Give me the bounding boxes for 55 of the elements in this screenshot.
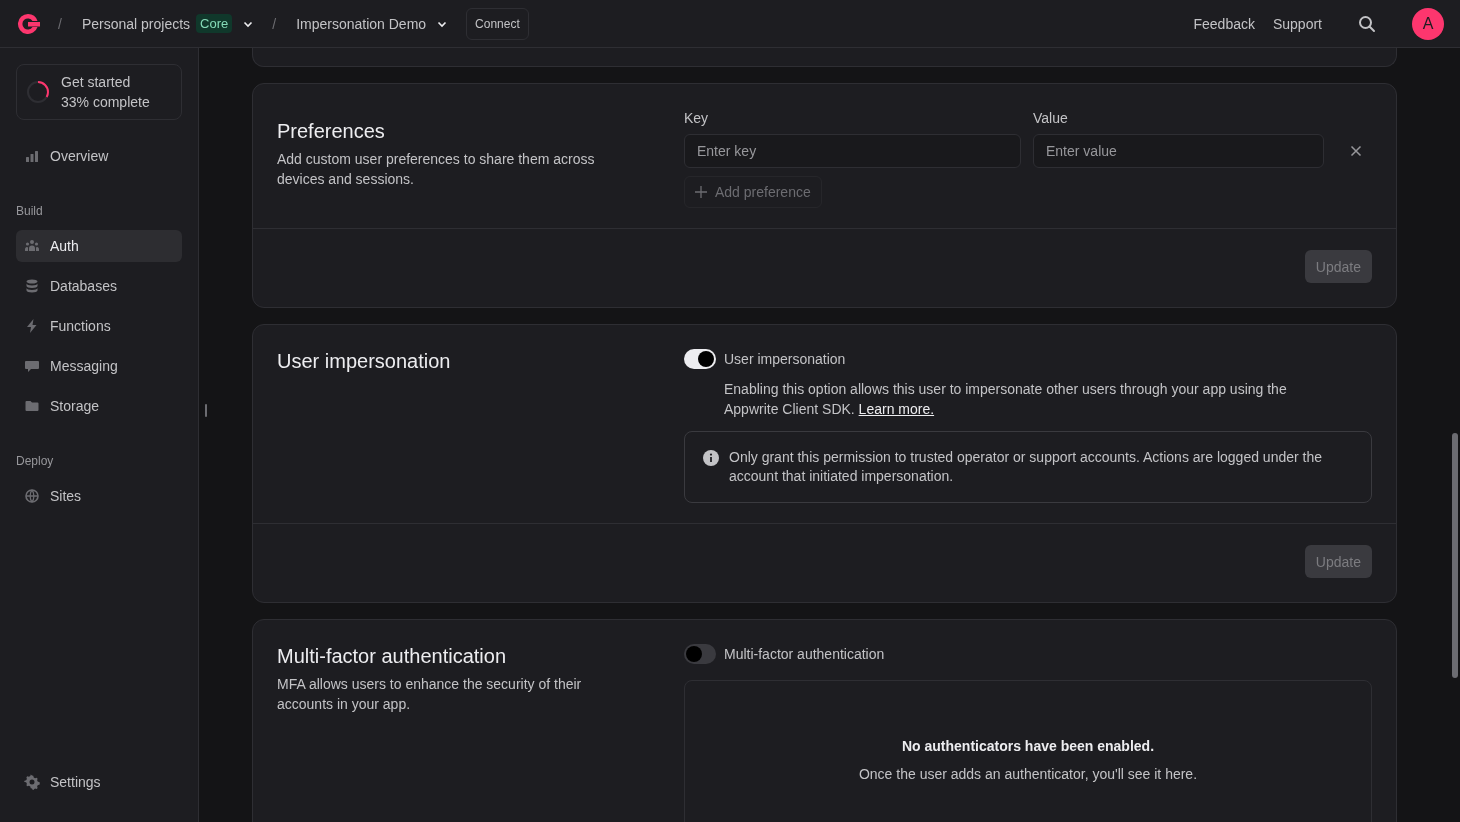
nav-item[interactable]: Overview: [16, 140, 182, 172]
field-label: Value: [1033, 110, 1069, 126]
breadcrumb-dropdown[interactable]: Impersonation Demo: [296, 15, 449, 32]
empty-state-text: Once the user adds an authenticator, you'll see it here.: [858, 766, 1198, 782]
nav-item[interactable]: Settings: [16, 766, 182, 798]
toggle-description: Enabling this option allows this user to impersonate other users through your app using the Appwrite Client SDK. Learn more.: [724, 380, 1288, 419]
section-description: Add custom user preferences to share them across devices and sessions.: [277, 150, 596, 189]
scrollbar-thumb[interactable]: [1452, 433, 1458, 678]
nav-item[interactable]: Messaging: [16, 350, 182, 382]
field-label: Key: [684, 110, 710, 126]
user-avatar[interactable]: A: [1412, 7, 1444, 40]
breadcrumb-dropdown[interactable]: Personal projects Core: [81, 14, 255, 33]
get-started-card[interactable]: Get started 33% complete: [16, 64, 182, 120]
toggle-switch[interactable]: [684, 644, 716, 664]
speech-bubble-icon: [24, 358, 40, 374]
toggle-switch[interactable]: [684, 349, 716, 369]
section-title: Preferences: [277, 120, 386, 143]
resize-handle[interactable]: [205, 404, 207, 417]
header-link[interactable]: Feedback: [1193, 15, 1255, 32]
learn-more-link[interactable]: Learn more.: [858, 401, 935, 417]
search-icon[interactable]: [1358, 14, 1376, 33]
people-icon: [24, 238, 40, 254]
breadcrumb-separator: /: [58, 15, 62, 32]
header-link[interactable]: Support: [1272, 15, 1322, 32]
toggle-label: Multi-factor authentication: [724, 646, 885, 662]
plus-icon: [695, 186, 707, 198]
alert-text: Only grant this permission to trusted operator or support accounts. Actions are logged under the account that initiated impersonation.: [729, 448, 1323, 486]
section-title: Multi-factor authentication: [277, 645, 507, 668]
empty-state-title: No authenticators have been enabled.: [901, 738, 1155, 754]
nav-item[interactable]: Functions: [16, 310, 182, 342]
database-icon: [24, 278, 40, 294]
logo-icon[interactable]: [16, 12, 40, 35]
section-description: MFA allows users to enhance the security of their accounts in your app.: [277, 675, 583, 714]
close-icon[interactable]: [1350, 145, 1362, 157]
toggle-label: User impersonation: [724, 351, 846, 367]
section-title: User impersonation: [277, 350, 452, 373]
section-heading: Build: [16, 204, 44, 218]
section-heading: Deploy: [16, 454, 55, 468]
connect-button[interactable]: Connect: [466, 7, 529, 40]
globe-icon: [24, 488, 40, 504]
nav-item[interactable]: Databases: [16, 270, 182, 302]
progress-title: Get started: [61, 74, 132, 90]
nav-item[interactable]: Auth: [16, 230, 182, 262]
progress-ring: [25, 79, 51, 105]
key-input[interactable]: Enter key: [684, 134, 1021, 168]
value-input[interactable]: Enter value: [1033, 134, 1324, 168]
nav-item[interactable]: Storage: [16, 390, 182, 422]
nav-item[interactable]: Sites: [16, 480, 182, 512]
plan-badge: Core: [196, 14, 233, 33]
info-icon: [703, 450, 719, 466]
progress-text: 33% complete: [61, 94, 150, 110]
folder-icon: [24, 398, 40, 414]
bar-chart-icon: [24, 148, 40, 164]
gear-icon: [24, 774, 40, 790]
breadcrumb-separator: /: [272, 15, 277, 32]
